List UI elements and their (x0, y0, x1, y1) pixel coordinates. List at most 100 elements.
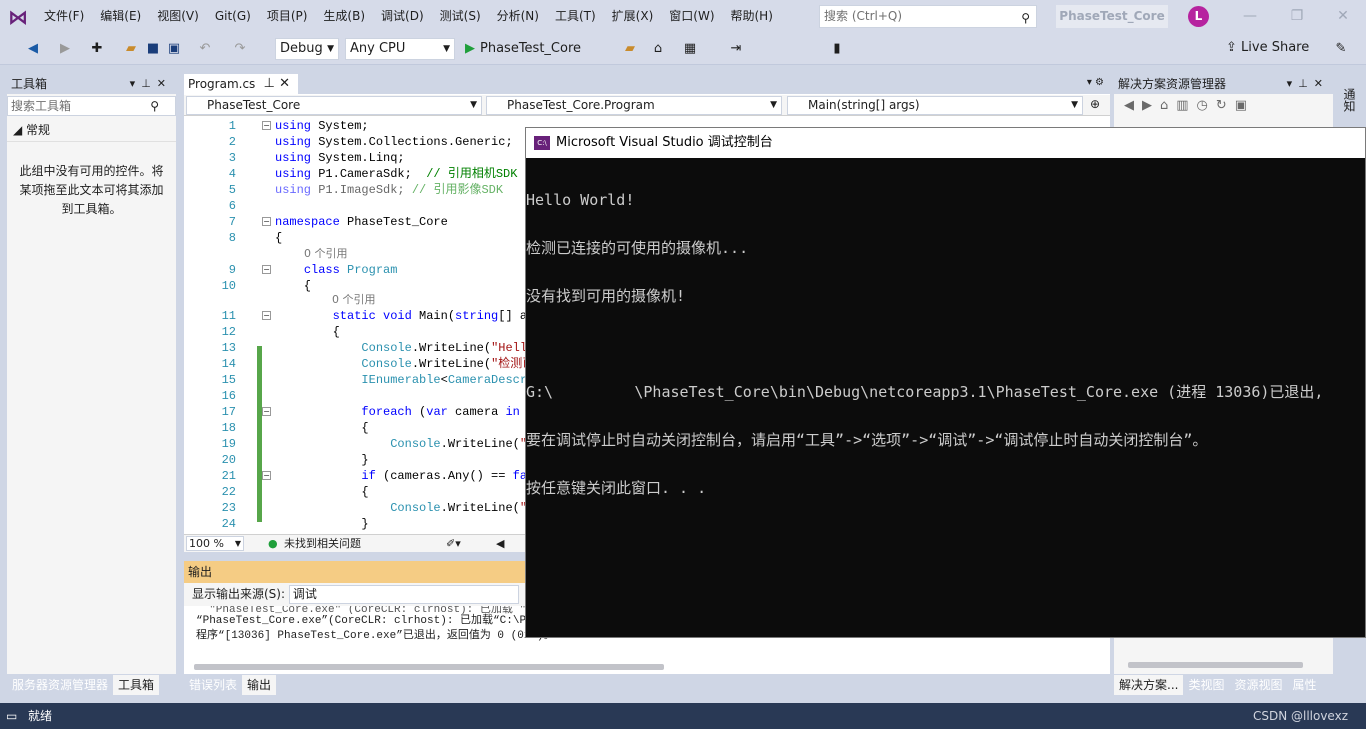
line-number: 23 (221, 501, 236, 515)
menu-tools[interactable]: 工具(T) (547, 0, 604, 33)
line-number: 15 (221, 373, 236, 387)
close-icon[interactable]: ✕ (1333, 6, 1353, 26)
start-button[interactable]: PhaseTest_Core (480, 39, 590, 59)
menu-analyze[interactable]: 分析(N) (489, 0, 547, 33)
back-icon[interactable]: ◀ (24, 39, 42, 59)
output-title: 输出 (188, 565, 213, 579)
menu-file[interactable]: 文件(F) (36, 0, 92, 33)
minimize-icon[interactable]: — (1240, 6, 1260, 26)
toolbox-search-input[interactable]: 搜索工具箱 ⚲ (7, 96, 176, 116)
undo-icon[interactable]: ↶ (197, 39, 213, 59)
tab-overflow-icon[interactable]: ▾ ⚙ (1087, 77, 1104, 88)
zoom-select[interactable]: 100 % ▼ (186, 536, 244, 551)
diagnostics-icon[interactable]: ▦ (682, 39, 698, 59)
code-line: using System; (275, 119, 369, 133)
debug-console-window[interactable]: C:\ Microsoft Visual Studio 调试控制台 Hello W… (525, 127, 1366, 638)
line-number: 16 (221, 389, 236, 403)
reference-count[interactable]: 0 个引用 (332, 292, 376, 307)
config-select[interactable]: Debug ▼ (275, 38, 339, 60)
line-number: 8 (228, 231, 236, 245)
brush-icon[interactable]: ✐▾ (446, 535, 461, 552)
fold-toggle-icon[interactable]: − (262, 471, 271, 480)
home-icon[interactable]: ⌂ (650, 39, 666, 59)
horizontal-scrollbar[interactable] (1128, 662, 1303, 668)
line-number: 14 (221, 357, 236, 371)
horizontal-scrollbar[interactable] (194, 664, 664, 670)
code-line: class Program (303, 263, 398, 277)
close-icon[interactable]: ⊥ ✕ (264, 74, 290, 94)
line-number: 12 (221, 325, 236, 339)
open-file-icon[interactable]: ▰ (122, 39, 140, 59)
fold-toggle-icon[interactable]: − (262, 407, 271, 416)
code-line: { (275, 421, 369, 435)
tab-class-view[interactable]: 类视图 (1183, 675, 1229, 695)
menu-extensions[interactable]: 扩展(X) (604, 0, 662, 33)
nav-class-select[interactable]: PhaseTest_Core.Program ▼ (486, 96, 782, 115)
menu-help[interactable]: 帮助(H) (723, 0, 781, 33)
fold-toggle-icon[interactable]: − (262, 311, 271, 320)
tab-error-list[interactable]: 错误列表 (184, 675, 242, 695)
tab-output[interactable]: 输出 (242, 675, 277, 695)
menu-view[interactable]: 视图(V) (149, 0, 207, 33)
scroll-left-icon[interactable]: ◀ (496, 535, 504, 552)
reference-count[interactable]: 0 个引用 (304, 246, 348, 261)
save-icon[interactable]: ■ (146, 39, 160, 59)
tab-server-explorer[interactable]: 服务器资源管理器 (7, 675, 113, 695)
tab-toolbox[interactable]: 工具箱 (113, 675, 160, 695)
solution-name-badge: PhaseTest_Core (1056, 5, 1168, 28)
tab-properties[interactable]: 属性 (1287, 675, 1321, 695)
restore-icon[interactable]: ❐ (1287, 6, 1307, 26)
code-line: using P1.ImageSdk; // 引用影像SDK (275, 183, 504, 197)
menu-debug[interactable]: 调试(D) (373, 0, 432, 33)
tab-resource-view[interactable]: 资源视图 (1229, 675, 1287, 695)
folder-icon[interactable]: ▰ (622, 39, 638, 59)
issues-status[interactable]: 未找到相关问题 (284, 535, 361, 552)
chevron-down-icon: ▼ (443, 44, 450, 54)
notifications-tab[interactable]: 通知 (1338, 70, 1360, 130)
new-project-icon[interactable]: ✚ (88, 39, 106, 59)
toolbox-group[interactable]: ◢ 常规 (7, 118, 176, 142)
start-icon[interactable]: ▶ (463, 39, 477, 59)
status-icon: ▭ (6, 709, 18, 723)
menu-build[interactable]: 生成(B) (315, 0, 373, 33)
console-app-icon: C:\ (534, 136, 550, 150)
menu-test[interactable]: 测试(S) (432, 0, 489, 33)
tab-solution-explorer[interactable]: 解决方案... (1114, 675, 1184, 695)
menu-window[interactable]: 窗口(W) (661, 0, 722, 33)
save-all-icon[interactable]: ▣ (166, 39, 182, 59)
fold-toggle-icon[interactable]: − (262, 121, 271, 130)
code-line: Console.WriteLine("Hello (361, 341, 535, 355)
nav-member-select[interactable]: Main(string[] args) ▼ (787, 96, 1083, 115)
code-line: Console.WriteLine("没 (390, 501, 539, 515)
line-number: 24 (221, 517, 236, 531)
search-input[interactable]: 搜索 (Ctrl+Q) ⚲ (819, 5, 1037, 28)
split-icon[interactable]: ⊕ (1090, 97, 1100, 111)
tab-program-cs[interactable]: Program.cs ⊥ ✕ (184, 74, 298, 94)
vs-logo-icon: ⋈ (8, 4, 28, 29)
document-tabstrip: Program.cs ⊥ ✕ ▾ ⚙ (184, 74, 1110, 94)
bookmark-icon[interactable]: ▮ (830, 39, 844, 59)
pin-icon[interactable]: ▾⊥✕ (1287, 74, 1329, 94)
console-title-bar[interactable]: C:\ Microsoft Visual Studio 调试控制台 (526, 128, 1365, 158)
menu-git[interactable]: Git(G) (207, 0, 259, 33)
forward-icon[interactable]: ▶ (58, 39, 72, 59)
code-line: Console.WriteLine("* (390, 437, 534, 451)
platform-select[interactable]: Any CPU ▼ (345, 38, 455, 60)
fold-toggle-icon[interactable]: − (262, 265, 271, 274)
output-source-select[interactable]: 调试 (288, 585, 519, 604)
fold-toggle-icon[interactable]: − (262, 217, 271, 226)
feedback-icon[interactable]: ✎ (1333, 39, 1349, 59)
menu-edit[interactable]: 编辑(E) (92, 0, 149, 33)
pin-icon[interactable]: ▾⊥✕ (130, 74, 172, 94)
nav-project-select[interactable]: PhaseTest_Core ▼ (186, 96, 482, 115)
solution-explorer-toolbar[interactable]: ◀▶⌂▥◷↻▣ (1114, 94, 1333, 120)
console-output[interactable]: Hello World! 检测已连接的可使用的摄像机... 没有找到可用的摄像机… (526, 158, 1365, 528)
toolbox-search-placeholder: 搜索工具箱 (11, 99, 72, 113)
indent-icon[interactable]: ⇥ (728, 39, 744, 59)
live-share-button[interactable]: ⇪ Live Share (1226, 40, 1309, 55)
menu-project[interactable]: 项目(P) (259, 0, 316, 33)
code-line: { (275, 279, 312, 293)
nav-class-label: PhaseTest_Core.Program (507, 98, 655, 112)
redo-icon[interactable]: ↷ (232, 39, 248, 59)
avatar[interactable]: L (1188, 6, 1209, 27)
